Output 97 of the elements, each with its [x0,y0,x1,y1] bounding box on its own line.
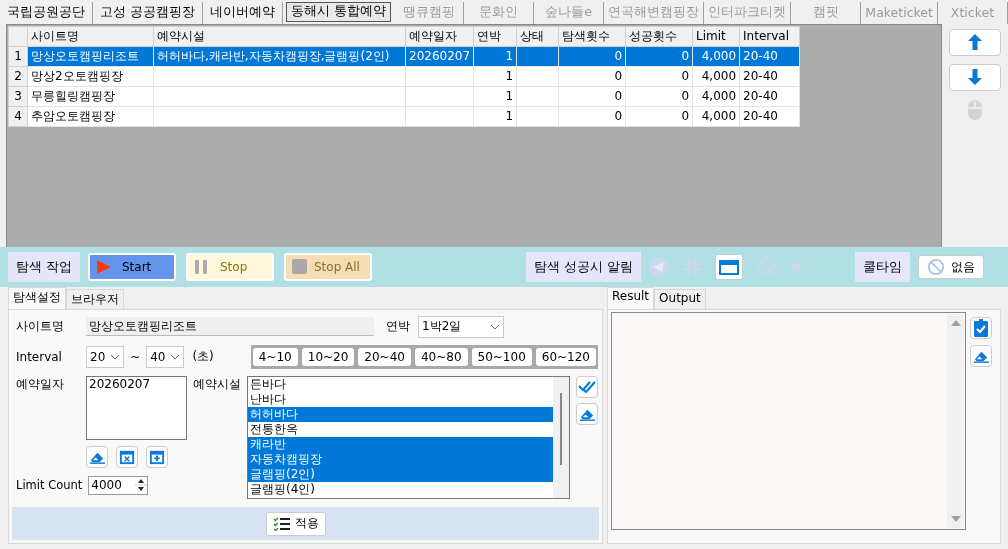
table-cell: 0 [625,66,693,87]
list-item[interactable]: 전통한옥 [248,421,553,437]
column-header[interactable]: 예약시설 [153,26,406,47]
header-cell [8,26,28,47]
checklist-icon [272,516,291,531]
list-item[interactable]: 캐라반 [248,436,553,452]
table-cell: 0 [625,86,693,107]
table-cell: 무릉힐링캠핑장 [27,86,154,107]
preset-button[interactable]: 20~40 [358,347,411,366]
column-header[interactable]: 성공횟수 [625,26,693,47]
table-cell: 1 [473,66,517,87]
site-tab[interactable]: 네이버예약 [203,2,283,24]
table-cell: 1 [473,106,517,127]
table-cell: 0 [558,86,626,107]
site-tab[interactable]: 동해시 통합예약 [286,2,391,22]
preset-button[interactable]: 40~80 [414,347,468,366]
cooltime-label: 쿨타임 [855,252,910,282]
scrollbar[interactable] [553,376,569,498]
scrollbar[interactable] [947,313,964,528]
interval-label: Interval [16,349,63,364]
list-item[interactable]: 20260207 [89,376,184,391]
preset-button[interactable]: 50~100 [471,347,532,366]
task-label: 탐색 작업 [8,252,80,282]
square-icon [292,259,308,275]
table-cell: 0 [558,106,626,127]
preset-button[interactable]: 10~20 [301,347,355,366]
notify-label: 탐색 성공시 알림 [526,252,641,282]
column-header[interactable]: Limit [692,26,740,47]
site-name-field: 망상오토캠핑리조트 [86,317,374,337]
scroll-down-icon [950,515,961,522]
seconds-label: (초) [192,348,214,366]
list-item[interactable]: 든바다 [248,376,553,392]
window-button[interactable] [714,254,743,280]
cooltime-button[interactable]: 없음 [918,255,984,279]
table-cell: 20-40 [739,66,800,87]
preset-button[interactable]: 60~120 [535,347,596,366]
clipboard-check-icon [973,318,989,337]
table-cell: 망상2오토캠핑장 [27,66,154,87]
facility-label: 예약시설 [193,375,241,393]
table-cell: 20-40 [739,106,800,127]
eraser-button[interactable] [86,445,108,468]
column-header[interactable]: 연박 [473,26,517,47]
pause-icon [194,259,210,275]
tilde-label: ~ [130,349,141,364]
table-cell: 1 [473,86,517,107]
date-label: 예약일자 [16,375,65,393]
panel-tab[interactable]: Output [654,288,706,309]
remove-date-button[interactable] [116,445,138,468]
apply-button[interactable]: 적용 [265,511,326,536]
move-up-button[interactable] [949,28,1001,56]
panel-tab[interactable]: Result [607,286,655,309]
table-cell: 추암오토캠핑장 [27,106,154,127]
list-item[interactable]: 난바다 [248,391,553,407]
column-header[interactable]: 예약일자 [405,26,474,47]
eraser-button[interactable] [576,402,598,425]
table-cell: 0 [558,66,626,87]
select-all-button[interactable] [576,375,598,398]
scroll-up-icon [950,319,961,326]
table-cell: 0 [625,106,693,127]
list-item[interactable]: 허허바다 [248,406,553,422]
preset-button[interactable]: 4~10 [252,347,298,366]
arrow-down-icon [968,69,982,86]
nights-label: 연박 [386,318,411,336]
facility-list[interactable]: 든바다 난바다 허허바다 전통한옥 캐라반 자동차캠핑장 글램핑(2인) 글램핑(4인) [247,375,570,499]
column-header[interactable]: 사이트명 [27,26,154,47]
move-down-button[interactable] [949,63,1001,91]
stop-all-button[interactable]: Stop All [284,253,372,281]
site-label: 사이트명 [16,318,65,336]
site-tab[interactable]: 고성 공공캠핑장 [93,2,203,24]
table-cell: 4,000 [692,86,740,107]
table-cell: 20-40 [739,86,800,107]
column-header[interactable]: 상태 [516,26,559,47]
start-button[interactable]: Start [88,253,176,281]
caret-icon [170,353,181,360]
stop-button[interactable]: Stop [186,253,274,281]
limit-spinner[interactable]: 4000 [88,475,149,495]
panel-tab[interactable]: 브라우저 [66,288,124,309]
list-item[interactable]: 글램핑(4인) [248,481,553,497]
limit-label: Limit Count [16,478,83,493]
caret-icon [490,323,500,330]
interval-to-dropdown[interactable]: 40 [146,345,185,368]
site-tab[interactable]: 국립공원공단 [0,2,93,24]
table-cell: 4,000 [692,106,740,127]
panel-tab[interactable]: 탐색설정 [8,286,66,309]
caret-icon [110,353,121,360]
column-header[interactable]: Interval [739,26,800,47]
arrow-up-icon [968,34,982,51]
copy-button[interactable] [970,316,992,339]
table-cell: 4,000 [692,66,740,87]
eraser-button[interactable] [970,344,992,367]
date-list[interactable]: 20260207 [86,375,187,440]
ban-icon [927,258,945,276]
add-date-button[interactable] [146,445,168,468]
column-header[interactable]: 탐색횟수 [558,26,626,47]
nights-dropdown[interactable]: 1박2일 [418,315,504,338]
interval-from-dropdown[interactable]: 20 [86,345,125,368]
play-icon [96,259,112,275]
